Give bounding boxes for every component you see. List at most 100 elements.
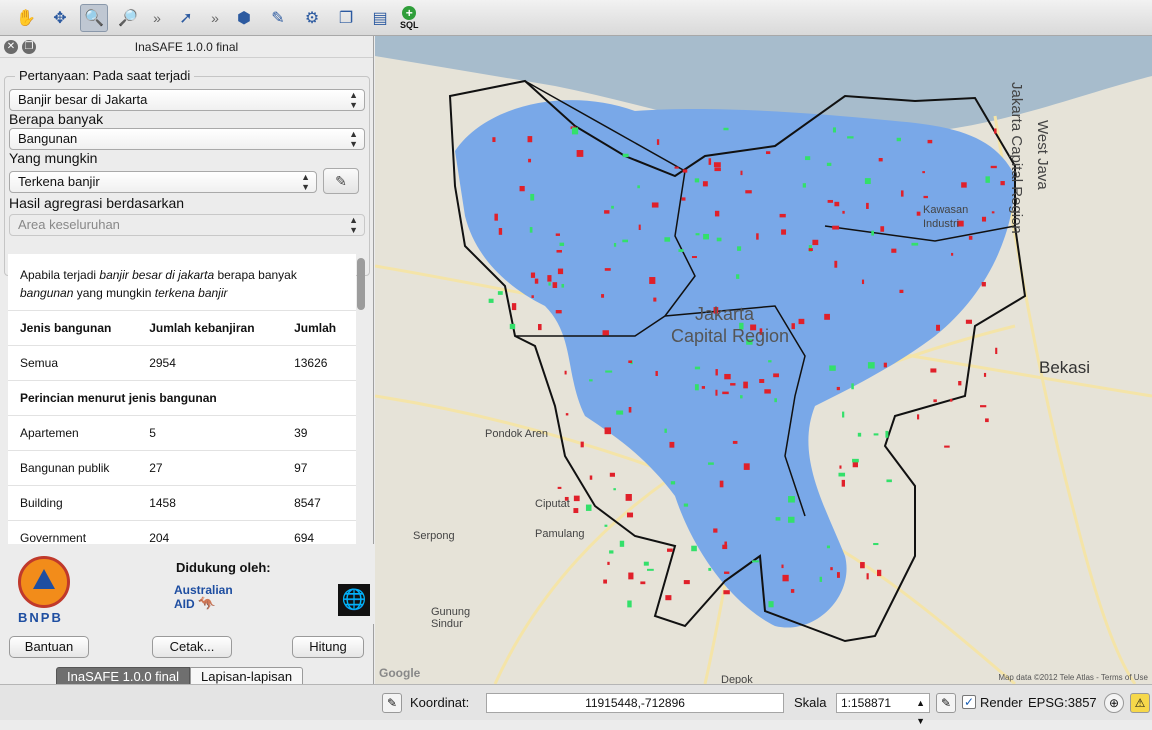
render-checkbox[interactable]: ✓ [962,695,976,709]
building-marker [604,268,611,271]
intro-text: Apabila terjadi [20,268,100,282]
close-icon[interactable]: ✕ [4,40,18,54]
building-marker [829,365,836,371]
toolbar-overflow-icon-2[interactable]: » [206,10,224,26]
table-row: Government 204 694 [8,520,356,544]
building-marker [851,383,854,390]
zoom-in-icon[interactable]: 🔍 [80,3,108,32]
building-marker [628,572,634,580]
building-marker [557,486,562,489]
building-marker [701,386,706,389]
package-icon[interactable]: ❐ [332,4,360,32]
building-marker [714,167,721,172]
building-marker [764,389,771,394]
table-icon[interactable]: ▤ [366,4,394,32]
flood-zone [455,100,1015,628]
building-marker [667,548,673,552]
building-marker [691,545,697,552]
building-marker [713,528,718,533]
building-marker [637,185,640,189]
scale-combo[interactable]: 1:158871 ▲ ▼ [836,693,930,726]
building-marker [643,561,649,566]
edit-function-button[interactable]: ✎ [323,168,359,194]
building-marker [628,406,632,413]
pan-to-selection-icon[interactable]: ✥ [46,4,74,32]
building-marker [681,197,686,201]
crs-label[interactable]: EPSG:3857 [1028,695,1097,710]
building-marker [836,386,840,391]
pan-icon[interactable]: ✋ [12,4,40,32]
building-marker [756,233,759,240]
table-section-row: Perincian menurut jenis bangunan [8,380,356,416]
print-button[interactable]: Cetak... [152,636,232,658]
building-marker [873,543,879,546]
coordinate-field[interactable]: 11915448,-712896 [486,693,784,713]
sql-button[interactable]: + SQL [400,5,419,30]
building-marker [991,211,995,214]
building-marker [900,190,904,197]
hazard-select[interactable]: Banjir besar di Jakarta ▲ ▼ [9,89,365,111]
inasafe-icon[interactable]: ⬢ [230,4,258,32]
building-marker [655,370,658,376]
projection-icon[interactable]: ⊕ [1104,693,1124,713]
building-marker [802,183,806,188]
float-icon[interactable]: ❐ [22,40,36,54]
stop-render-icon[interactable]: ✎ [936,693,956,713]
zoom-out-icon[interactable]: 🔎 [114,4,142,32]
identify-icon[interactable]: ➚ [172,4,200,32]
building-marker [812,239,819,246]
building-marker [573,495,580,502]
map-canvas[interactable]: Jakarta Capital Region Bekasi West Java … [375,36,1152,684]
building-marker [604,524,608,527]
building-marker [622,153,629,158]
toolbar-overflow-icon[interactable]: » [148,10,166,26]
edit-icon[interactable]: ✎ [264,4,292,32]
table-cell: 97 [282,450,356,486]
help-button[interactable]: Bantuan [9,636,89,658]
building-marker [604,210,610,214]
results-report[interactable]: Apabila terjadi banjir besar di jakarta … [8,254,356,544]
building-marker [708,158,712,165]
building-marker [834,260,838,268]
support-label: Didukung oleh: [176,560,271,575]
building-marker [609,550,614,554]
building-marker [775,517,781,521]
building-marker [871,230,875,236]
aggregation-value: Area keseluruhan [18,217,120,232]
building-marker [674,166,679,169]
function-select[interactable]: Terkena banjir ▲ ▼ [9,171,317,193]
building-marker [682,169,688,173]
building-marker [707,462,714,465]
table-cell: Semua [8,345,138,381]
messages-icon[interactable]: ✎ [382,693,402,713]
settings-icon[interactable]: ⚙ [298,4,326,32]
warning-icon[interactable]: ⚠ [1130,693,1150,713]
building-marker [607,561,610,565]
map-label-pamulang: Pamulang [535,528,585,540]
report-intro: Apabila terjadi banjir besar di jakarta … [8,254,356,310]
aggregation-select[interactable]: Area keseluruhan ▲ ▼ [9,214,365,236]
table-row: Bangunan publik 27 97 [8,450,356,486]
building-marker [724,541,727,547]
building-marker [790,589,795,593]
map-attribution[interactable]: Map data ©2012 Tele Atlas - Terms of Use [998,673,1148,682]
dock-title: InaSAFE 1.0.0 final [134,39,239,54]
intro-exposure: bangunan [20,286,74,300]
building-marker [613,242,617,247]
report-scrollbar[interactable] [357,258,365,310]
map-label-bekasi: Bekasi [1039,358,1091,377]
building-marker [743,463,750,470]
building-marker [622,239,629,243]
run-button[interactable]: Hitung [292,636,364,658]
map-label-kawasan: Kawasan [923,204,969,216]
scale-label: Skala [794,695,827,710]
building-marker [832,127,836,133]
building-marker [702,181,708,187]
table-header-row: Jenis bangunan Jumlah kebanjiran Jumlah [8,310,356,346]
building-marker [497,291,503,295]
building-marker [968,235,973,240]
building-marker [980,405,987,408]
building-marker [730,383,736,386]
building-marker [723,590,730,595]
exposure-select[interactable]: Bangunan ▲ ▼ [9,128,365,150]
